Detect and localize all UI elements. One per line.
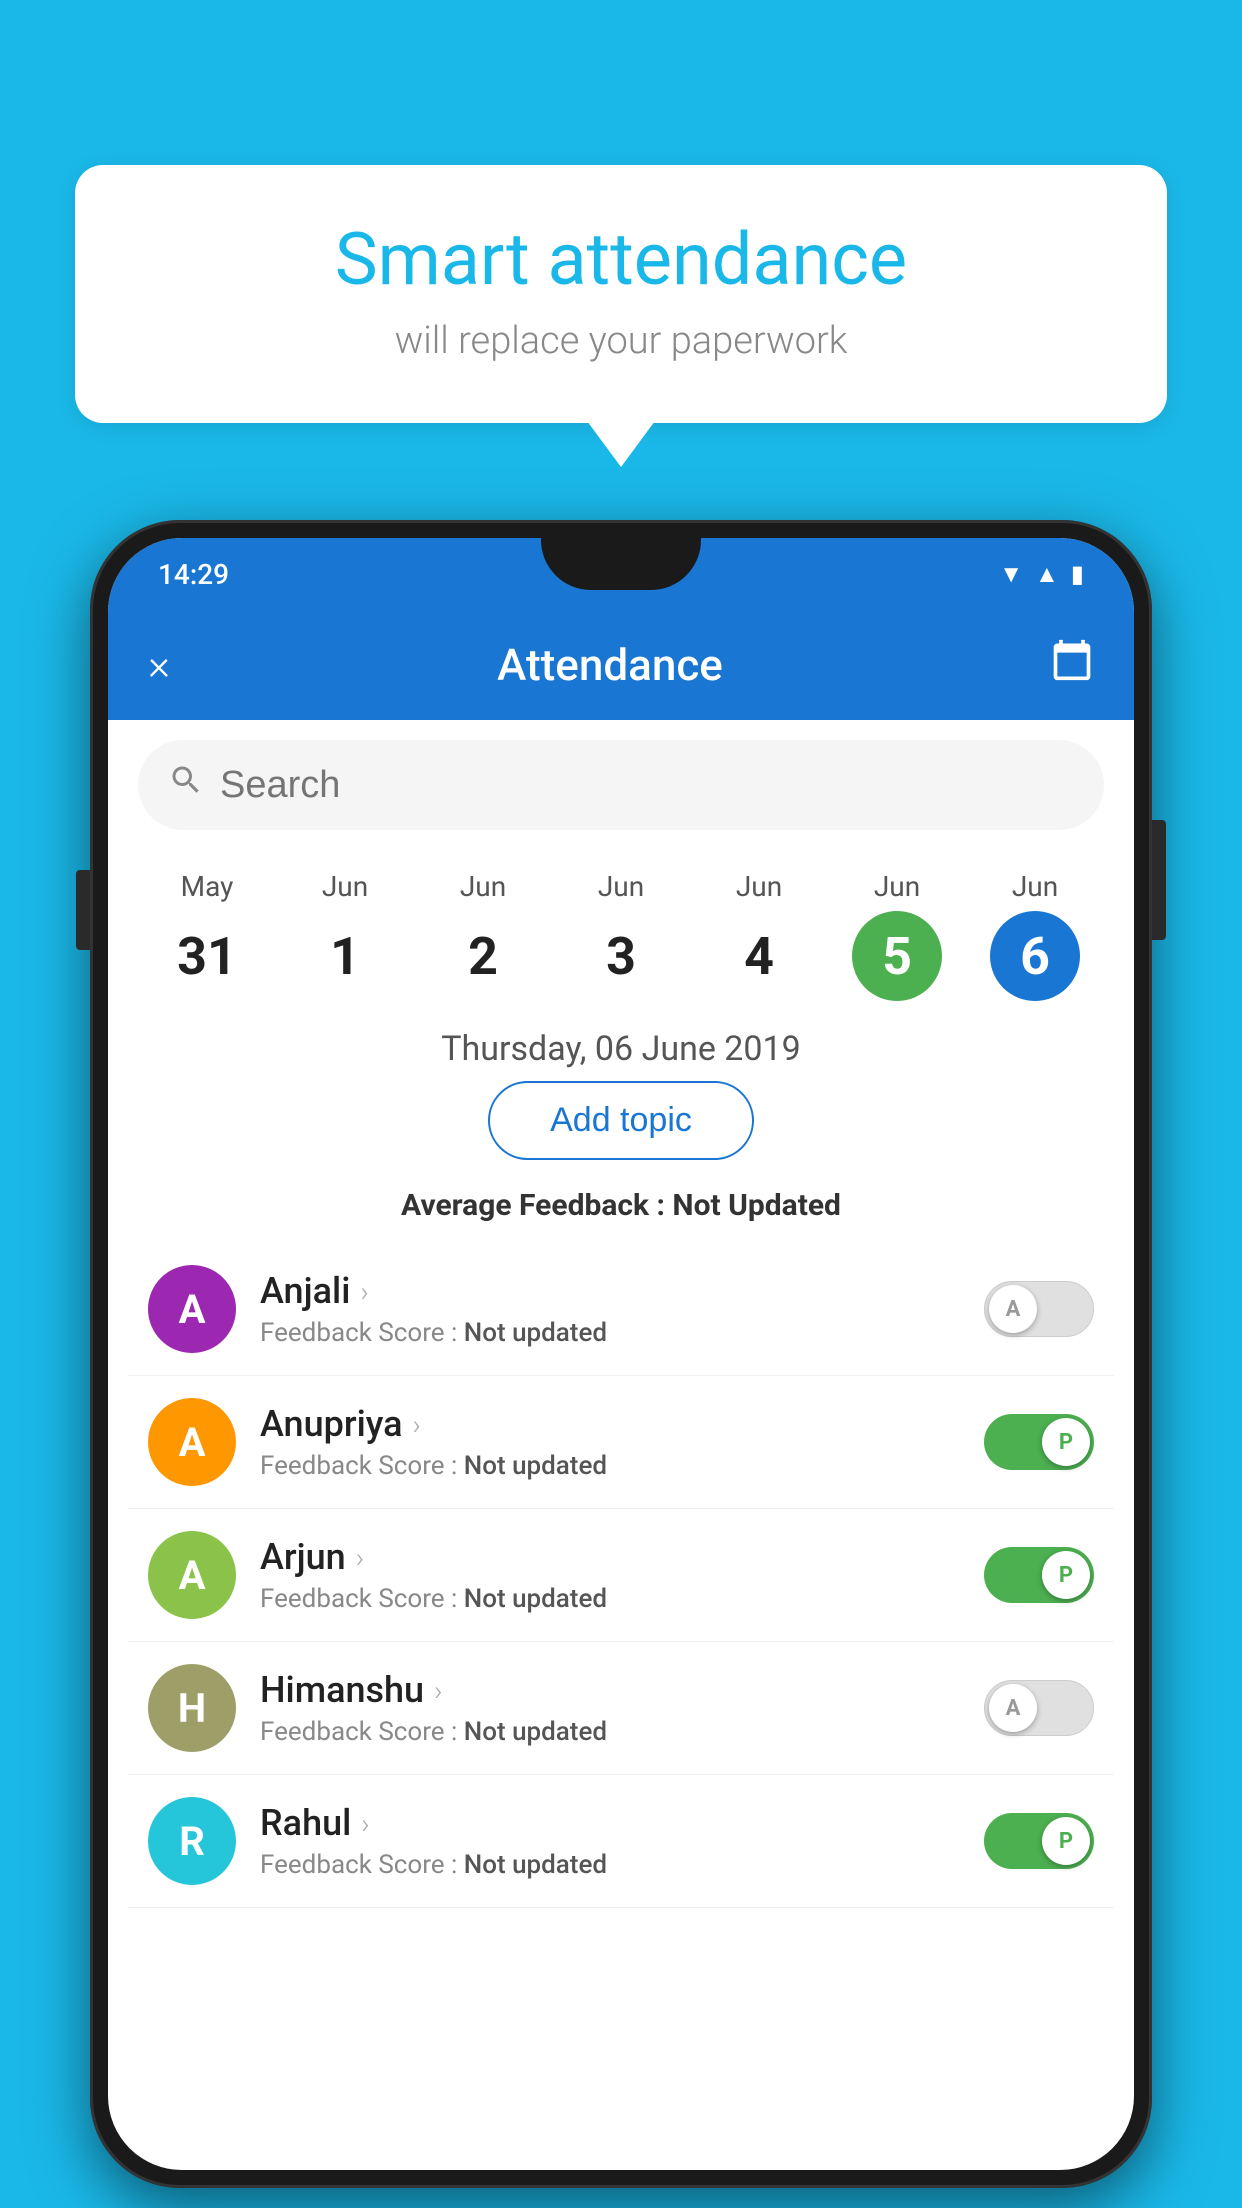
status-time: 14:29 bbox=[158, 558, 229, 591]
phone-screen: 14:29 ▼ ▲ ▮ × Attendance bbox=[108, 538, 1134, 2170]
chevron-right-icon: › bbox=[434, 1674, 442, 1707]
student-avatar: H bbox=[148, 1664, 236, 1752]
bubble-title: Smart attendance bbox=[135, 220, 1107, 299]
toggle-knob: P bbox=[1042, 1418, 1090, 1466]
attendance-toggle[interactable]: P bbox=[984, 1414, 1094, 1470]
student-avatar: A bbox=[148, 1531, 236, 1619]
student-name: Rahul › bbox=[260, 1802, 960, 1844]
selected-date-label: Thursday, 06 June 2019 bbox=[108, 1011, 1134, 1081]
calendar-day[interactable]: May 31 bbox=[152, 870, 262, 1001]
search-input[interactable] bbox=[220, 764, 1074, 807]
status-icons: ▼ ▲ ▮ bbox=[999, 560, 1084, 589]
toggle-track: P bbox=[984, 1547, 1094, 1603]
student-feedback: Feedback Score : Not updated bbox=[260, 1850, 960, 1880]
status-bar: 14:29 ▼ ▲ ▮ bbox=[108, 538, 1134, 610]
phone-container: 14:29 ▼ ▲ ▮ × Attendance bbox=[90, 520, 1152, 2188]
cal-date-number: 6 bbox=[990, 911, 1080, 1001]
cal-date-number: 5 bbox=[852, 911, 942, 1001]
student-item[interactable]: A Anupriya › Feedback Score : Not updated P bbox=[128, 1376, 1114, 1509]
bubble-subtitle: will replace your paperwork bbox=[135, 319, 1107, 363]
phone-outer: 14:29 ▼ ▲ ▮ × Attendance bbox=[90, 520, 1152, 2188]
search-icon bbox=[168, 762, 204, 808]
cal-date-number: 3 bbox=[576, 911, 666, 1001]
feedback-value: Not updated bbox=[464, 1584, 607, 1614]
student-feedback: Feedback Score : Not updated bbox=[260, 1318, 960, 1348]
feedback-value: Not updated bbox=[464, 1717, 607, 1747]
toggle-knob: P bbox=[1042, 1551, 1090, 1599]
search-container bbox=[138, 740, 1104, 830]
attendance-toggle[interactable]: P bbox=[984, 1547, 1094, 1603]
student-avatar: A bbox=[148, 1265, 236, 1353]
toggle-track: A bbox=[984, 1281, 1094, 1337]
cal-date-number: 2 bbox=[438, 911, 528, 1001]
student-name: Anupriya › bbox=[260, 1403, 960, 1445]
cal-month-label: Jun bbox=[874, 870, 920, 903]
attendance-toggle[interactable]: A bbox=[984, 1281, 1094, 1337]
signal-icon: ▲ bbox=[1035, 560, 1059, 589]
student-feedback: Feedback Score : Not updated bbox=[260, 1451, 960, 1481]
cal-month-label: Jun bbox=[460, 870, 506, 903]
attendance-toggle[interactable]: P bbox=[984, 1813, 1094, 1869]
calendar-icon[interactable] bbox=[1050, 638, 1094, 692]
student-info: Himanshu › Feedback Score : Not updated bbox=[260, 1669, 960, 1747]
battery-icon: ▮ bbox=[1071, 560, 1084, 588]
calendar-row: May 31 Jun 1 Jun 2 Jun 3 Jun 4 Jun 5 Jun 6 bbox=[108, 850, 1134, 1011]
toggle-track: A bbox=[984, 1680, 1094, 1736]
calendar-day[interactable]: Jun 2 bbox=[428, 870, 538, 1001]
cal-month-label: Jun bbox=[1012, 870, 1058, 903]
student-avatar: R bbox=[148, 1797, 236, 1885]
calendar-day[interactable]: Jun 6 bbox=[980, 870, 1090, 1001]
feedback-value: Not updated bbox=[464, 1318, 607, 1348]
avg-feedback-label: Average Feedback : bbox=[401, 1188, 665, 1223]
app-bar: × Attendance bbox=[108, 610, 1134, 720]
student-name: Arjun › bbox=[260, 1536, 960, 1578]
cal-month-label: Jun bbox=[736, 870, 782, 903]
student-item[interactable]: H Himanshu › Feedback Score : Not updated A bbox=[128, 1642, 1114, 1775]
toggle-knob: A bbox=[989, 1684, 1037, 1732]
student-feedback: Feedback Score : Not updated bbox=[260, 1717, 960, 1747]
avg-feedback-value: Not Updated bbox=[672, 1188, 841, 1223]
chevron-right-icon: › bbox=[361, 1807, 369, 1840]
chevron-right-icon: › bbox=[360, 1275, 368, 1308]
close-button[interactable]: × bbox=[148, 641, 170, 690]
student-avatar: A bbox=[148, 1398, 236, 1486]
student-item[interactable]: A Arjun › Feedback Score : Not updated P bbox=[128, 1509, 1114, 1642]
student-info: Rahul › Feedback Score : Not updated bbox=[260, 1802, 960, 1880]
toggle-knob: A bbox=[989, 1285, 1037, 1333]
toggle-track: P bbox=[984, 1813, 1094, 1869]
add-topic-button[interactable]: Add topic bbox=[488, 1081, 754, 1160]
student-item[interactable]: A Anjali › Feedback Score : Not updated A bbox=[128, 1243, 1114, 1376]
student-info: Anupriya › Feedback Score : Not updated bbox=[260, 1403, 960, 1481]
student-name: Himanshu › bbox=[260, 1669, 960, 1711]
cal-month-label: Jun bbox=[322, 870, 368, 903]
student-list: AAnjali ›Feedback Score : Not updatedAAA… bbox=[108, 1243, 1134, 1908]
calendar-day[interactable]: Jun 5 bbox=[842, 870, 952, 1001]
cal-date-number: 4 bbox=[714, 911, 804, 1001]
cal-date-number: 31 bbox=[162, 911, 252, 1001]
feedback-value: Not updated bbox=[464, 1451, 607, 1481]
calendar-day[interactable]: Jun 3 bbox=[566, 870, 676, 1001]
app-title: Attendance bbox=[497, 639, 723, 691]
calendar-day[interactable]: Jun 4 bbox=[704, 870, 814, 1001]
avg-feedback: Average Feedback : Not Updated bbox=[108, 1180, 1134, 1243]
cal-month-label: Jun bbox=[598, 870, 644, 903]
chevron-right-icon: › bbox=[413, 1408, 421, 1441]
chevron-right-icon: › bbox=[356, 1541, 364, 1574]
student-feedback: Feedback Score : Not updated bbox=[260, 1584, 960, 1614]
student-info: Arjun › Feedback Score : Not updated bbox=[260, 1536, 960, 1614]
speech-bubble: Smart attendance will replace your paper… bbox=[75, 165, 1167, 423]
toggle-knob: P bbox=[1042, 1817, 1090, 1865]
student-name: Anjali › bbox=[260, 1270, 960, 1312]
cal-month-label: May bbox=[181, 870, 234, 903]
cal-date-number: 1 bbox=[300, 911, 390, 1001]
toggle-track: P bbox=[984, 1414, 1094, 1470]
attendance-toggle[interactable]: A bbox=[984, 1680, 1094, 1736]
wifi-icon: ▼ bbox=[999, 560, 1023, 589]
feedback-value: Not updated bbox=[464, 1850, 607, 1880]
student-item[interactable]: R Rahul › Feedback Score : Not updated P bbox=[128, 1775, 1114, 1908]
student-info: Anjali › Feedback Score : Not updated bbox=[260, 1270, 960, 1348]
calendar-day[interactable]: Jun 1 bbox=[290, 870, 400, 1001]
